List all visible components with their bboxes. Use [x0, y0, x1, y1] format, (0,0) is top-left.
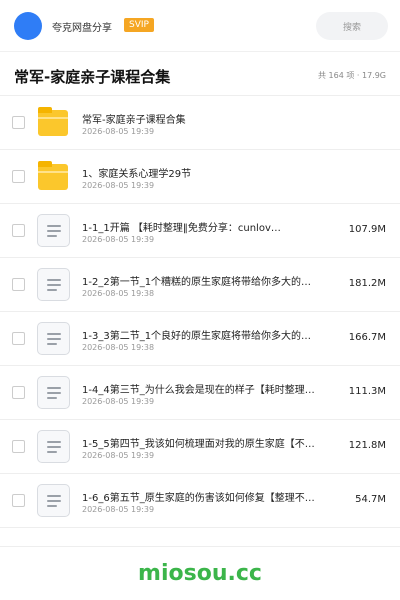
list-item[interactable]: 1-1_1开篇 【耗时整理‖免费分享：cunlov… 2026-08-05 19:… [0, 204, 400, 258]
item-date: 2026-08-05 19:39 [82, 505, 155, 514]
list-item[interactable]: 1-3_3第二节_1个良好的原生家庭将带给你多大的… 2026-08-05 19:… [0, 312, 400, 366]
list-item[interactable]: 1-6_6第五节_原生家庭的伤害该如何修复【整理不… 2026-08-05 19:… [0, 474, 400, 528]
list-item[interactable]: 1、家庭关系心理学29节 2026-08-05 19:39 [0, 150, 400, 204]
select-checkbox[interactable] [12, 386, 25, 399]
footer: miosou.cc [0, 546, 400, 600]
list-item[interactable]: 常军-家庭亲子课程合集 2026-08-05 19:39 [0, 96, 400, 150]
app-header: 夸克网盘分享 SVIP 搜索 [0, 0, 400, 52]
select-checkbox[interactable] [12, 224, 25, 237]
item-name: 1、家庭关系心理学29节 [82, 169, 192, 180]
app-name: 夸克网盘分享 [52, 23, 112, 34]
select-checkbox[interactable] [12, 332, 25, 345]
folder-icon [38, 107, 70, 137]
item-size: 166.7M [348, 332, 386, 343]
item-name: 常军-家庭亲子课程合集 [82, 115, 186, 126]
item-date: 2026-08-05 19:39 [82, 397, 155, 406]
select-checkbox[interactable] [12, 494, 25, 507]
item-date: 2026-08-05 19:39 [82, 235, 155, 244]
select-checkbox[interactable] [12, 440, 25, 453]
page-title: 常军-家庭亲子课程合集 [14, 68, 171, 86]
list-item[interactable]: 1-5_5第四节_我该如何梳理面对我的原生家庭【不… 2026-08-05 19:… [0, 420, 400, 474]
select-checkbox[interactable] [12, 116, 25, 129]
item-size: 111.3M [348, 386, 386, 397]
select-checkbox[interactable] [12, 278, 25, 291]
list-item[interactable]: 1-4_4第三节_为什么我会是现在的样子【耗时整理… 2026-08-05 19:… [0, 366, 400, 420]
item-name: 1-3_3第二节_1个良好的原生家庭将带给你多大的… [82, 331, 312, 342]
document-icon [37, 430, 70, 463]
document-icon [37, 322, 70, 355]
document-icon [37, 376, 70, 409]
item-date: 2026-08-05 19:39 [82, 451, 155, 460]
item-name: 1-4_4第三节_为什么我会是现在的样子【耗时整理… [82, 385, 315, 396]
item-size: 107.9M [348, 224, 386, 235]
item-size: 121.8M [348, 440, 386, 451]
item-date: 2026-08-05 19:39 [82, 181, 155, 190]
file-list: 常军-家庭亲子课程合集 2026-08-05 19:39 1、家庭关系心理学29节 2… [0, 96, 400, 528]
item-date: 2026-08-05 19:39 [82, 127, 155, 136]
folder-icon [38, 161, 70, 191]
watermark-brand: miosou.cc [138, 561, 262, 586]
item-name: 1-1_1开篇 【耗时整理‖免费分享：cunlov… [82, 223, 281, 234]
avatar[interactable] [14, 12, 42, 40]
search-input[interactable]: 搜索 [316, 12, 388, 40]
item-date: 2026-08-05 19:38 [82, 343, 155, 352]
item-name: 1-2_2第一节_1个糟糕的原生家庭将带给你多大的… [82, 277, 312, 288]
item-name: 1-5_5第四节_我该如何梳理面对我的原生家庭【不… [82, 439, 315, 450]
document-icon [37, 268, 70, 301]
document-icon [37, 214, 70, 247]
item-size: 181.2M [348, 278, 386, 289]
document-icon [37, 484, 70, 517]
list-item[interactable]: 1-2_2第一节_1个糟糕的原生家庭将带给你多大的… 2026-08-05 19:… [0, 258, 400, 312]
share-title-bar: 常军-家庭亲子课程合集 共 164 项 · 17.9G [0, 52, 400, 96]
select-checkbox[interactable] [12, 170, 25, 183]
svip-badge: SVIP [124, 18, 154, 32]
item-date: 2026-08-05 19:38 [82, 289, 155, 298]
item-name: 1-6_6第五节_原生家庭的伤害该如何修复【整理不… [82, 493, 315, 504]
item-size: 54.7M [355, 494, 386, 505]
share-summary: 共 164 项 · 17.9G [318, 71, 386, 80]
